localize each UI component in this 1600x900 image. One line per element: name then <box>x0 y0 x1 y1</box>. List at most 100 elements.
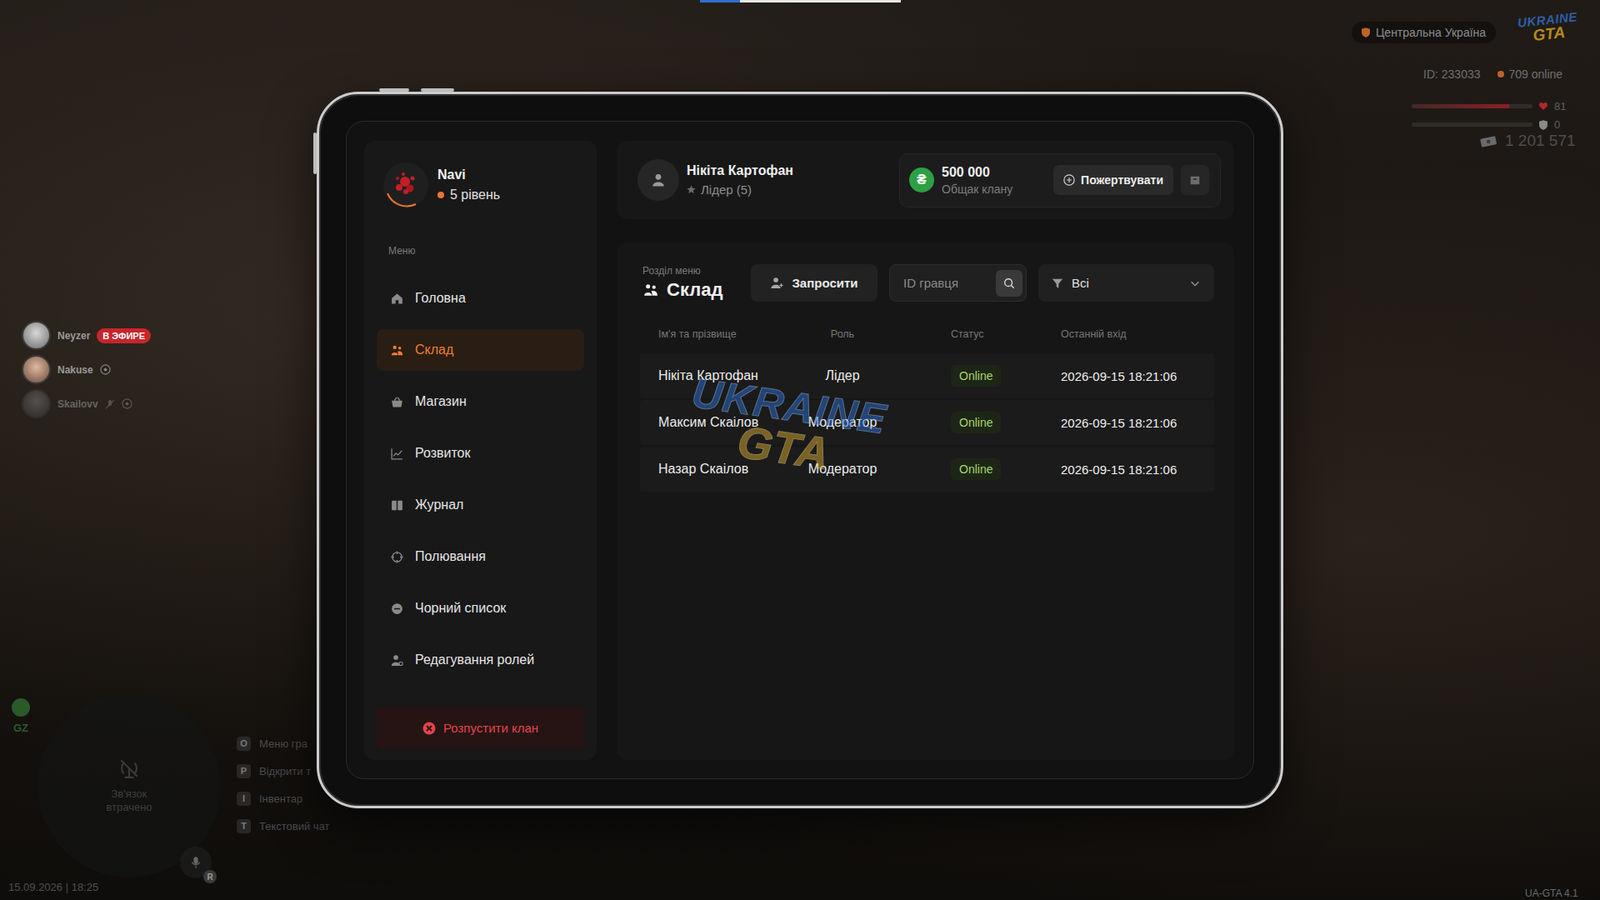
player-id-input[interactable] <box>901 275 991 291</box>
member-last-login: 2026-09-15 18:21:06 <box>1060 462 1215 477</box>
menu-item[interactable]: Головна <box>376 277 585 320</box>
menu-item[interactable]: Чорний список <box>376 587 585 630</box>
menu-item-label: Журнал <box>415 497 464 513</box>
hint-label: Відкрити т <box>259 765 311 778</box>
hint-key: I <box>236 791 251 806</box>
watermark-top: UKRAINE <box>689 373 889 440</box>
status-badge: Online <box>950 411 1001 434</box>
member-role: Лідер <box>800 368 885 384</box>
chevron-down-icon <box>1189 277 1201 290</box>
member-name: Назар Скаілов <box>658 461 801 477</box>
eye-icon <box>121 398 133 410</box>
health-bar <box>1411 104 1533 109</box>
menu-item[interactable]: Розвиток <box>376 432 585 475</box>
search-icon <box>1003 277 1015 290</box>
invite-label: Запросити <box>791 275 858 290</box>
voice-item: NeyzerВ ЭФИРЕ <box>21 320 151 350</box>
watermark-logo: UKRAINEGTA <box>683 373 889 483</box>
armor-row: 0 <box>1411 118 1570 131</box>
region-badge: Центральна Україна <box>1351 21 1496 44</box>
online-count: 709 online <box>1509 67 1564 81</box>
armor-bar <box>1411 122 1533 127</box>
voice-item: Nakuse <box>21 355 151 385</box>
menu-item-icon <box>390 550 405 565</box>
menu-label: Меню <box>376 245 585 257</box>
health-value: 81 <box>1554 100 1570 113</box>
balance-info: 500 000Общак клану <box>941 165 1013 196</box>
member-name: Нікіта Картофан <box>658 368 801 384</box>
money: 1 201 571 <box>1480 131 1576 150</box>
user-avatar <box>637 159 680 201</box>
tablet-screen: Navi 5 рівень Меню Головна Склад Магазин Розви… <box>345 120 1255 780</box>
section-caption: Розділ меню <box>642 265 723 277</box>
history-button[interactable] <box>1180 165 1210 195</box>
eye-icon <box>100 364 111 375</box>
disband-button[interactable]: Розпустити клан <box>376 706 585 750</box>
menu-item-icon <box>390 653 405 668</box>
menu-item[interactable]: Склад <box>376 329 585 371</box>
health-row: 81 <box>1411 100 1570 113</box>
search-button[interactable] <box>995 270 1023 297</box>
disband-label: Розпустити клан <box>443 720 539 735</box>
logo-bottom-text: GTA <box>1531 24 1565 44</box>
armor-value: 0 <box>1554 118 1570 131</box>
status-badge: Online <box>950 458 1001 480</box>
user-card: Нікіта Картофан Лідер (5)₴500 000Общак к… <box>617 140 1235 220</box>
filter-icon <box>1051 277 1064 290</box>
menu-item-label: Склад <box>415 342 454 358</box>
mic-off-icon <box>105 399 115 410</box>
role-filter[interactable]: Всі <box>1038 264 1215 302</box>
voice-name: Nakuse <box>57 364 94 376</box>
menu-item-label: Магазин <box>415 394 467 410</box>
donate-button[interactable]: Пожертвувати <box>1053 165 1174 195</box>
voice-list: NeyzerВ ЭФИРЕNakuseSkailovv <box>21 320 151 419</box>
menu: Головна Склад Магазин Розвиток Журнал Полюван… <box>376 277 585 681</box>
hint-label: Інвентар <box>259 792 303 805</box>
people-icon <box>642 281 660 299</box>
table-row[interactable]: Нікіта КартофанЛідерOnline2026-09-15 18:… <box>640 353 1215 399</box>
member-last-login: 2026-09-15 18:21:06 <box>1060 415 1215 430</box>
region-name: Центральна Україна <box>1375 25 1486 40</box>
menu-item-label: Полювання <box>415 549 486 565</box>
table-row[interactable]: Максим СкаіловМодераторOnline2026-09-15 … <box>640 400 1215 445</box>
section-title-block: Розділ меню Склад <box>642 265 723 301</box>
datetime: 15.09.2026 | 18:25 <box>8 880 99 894</box>
voice-avatar <box>21 355 51 385</box>
menu-item[interactable]: Редагування ролей <box>376 639 585 681</box>
menu-item-icon <box>390 601 405 616</box>
key-hint: TТекстовий чат <box>236 817 330 835</box>
column-header: Ім'я та прізвище <box>658 328 801 340</box>
table-row[interactable]: Назар СкаіловМодератор Online 2026-09-15 1… <box>640 446 1215 492</box>
add-user-icon <box>770 275 785 290</box>
member-status-cell: Online <box>884 411 1061 434</box>
tablet-button <box>420 88 455 92</box>
hint-key: O <box>236 736 251 751</box>
online-dot <box>1497 70 1505 78</box>
menu-item-icon <box>390 291 405 306</box>
live-badge: В ЭФИРЕ <box>96 328 151 344</box>
member-status-cell: Online <box>884 365 1061 387</box>
mic-button[interactable]: R <box>180 846 212 879</box>
menu-item[interactable]: Журнал <box>376 484 585 526</box>
invite-button[interactable]: Запросити <box>750 264 878 302</box>
section-title: Склад <box>642 279 723 301</box>
server-logo: UKRAINEGTA <box>1516 10 1580 45</box>
member-role: Модератор <box>800 415 885 430</box>
menu-item[interactable]: Магазин <box>376 380 585 423</box>
armor-icon <box>1539 120 1548 130</box>
balance-label: Общак клану <box>941 182 1013 196</box>
key-hint: I Інвентар <box>236 790 330 807</box>
member-role: Модератор <box>800 461 885 477</box>
no-signal-icon <box>118 757 140 780</box>
radar-status: Зв'язок втрачено <box>87 787 171 814</box>
user-name: Нікіта Картофан <box>686 163 794 179</box>
game-scene: Центральна УкраїнаUKRAINEGTAID: 23303370… <box>0 0 1600 900</box>
currency-icon: ₴ <box>909 167 935 193</box>
clan-name: Navi <box>437 167 500 183</box>
members-table: Нікіта КартофанЛідерOnline2026-09-15 18:… <box>640 353 1215 492</box>
voice-avatar <box>21 320 51 350</box>
clan-balance: ₴500 000Общак клану Пожертвувати <box>899 153 1221 208</box>
clan-level: 5 рівень <box>437 187 500 203</box>
clan-header: Navi 5 рівень <box>376 161 585 209</box>
menu-item[interactable]: Полювання <box>376 535 585 578</box>
